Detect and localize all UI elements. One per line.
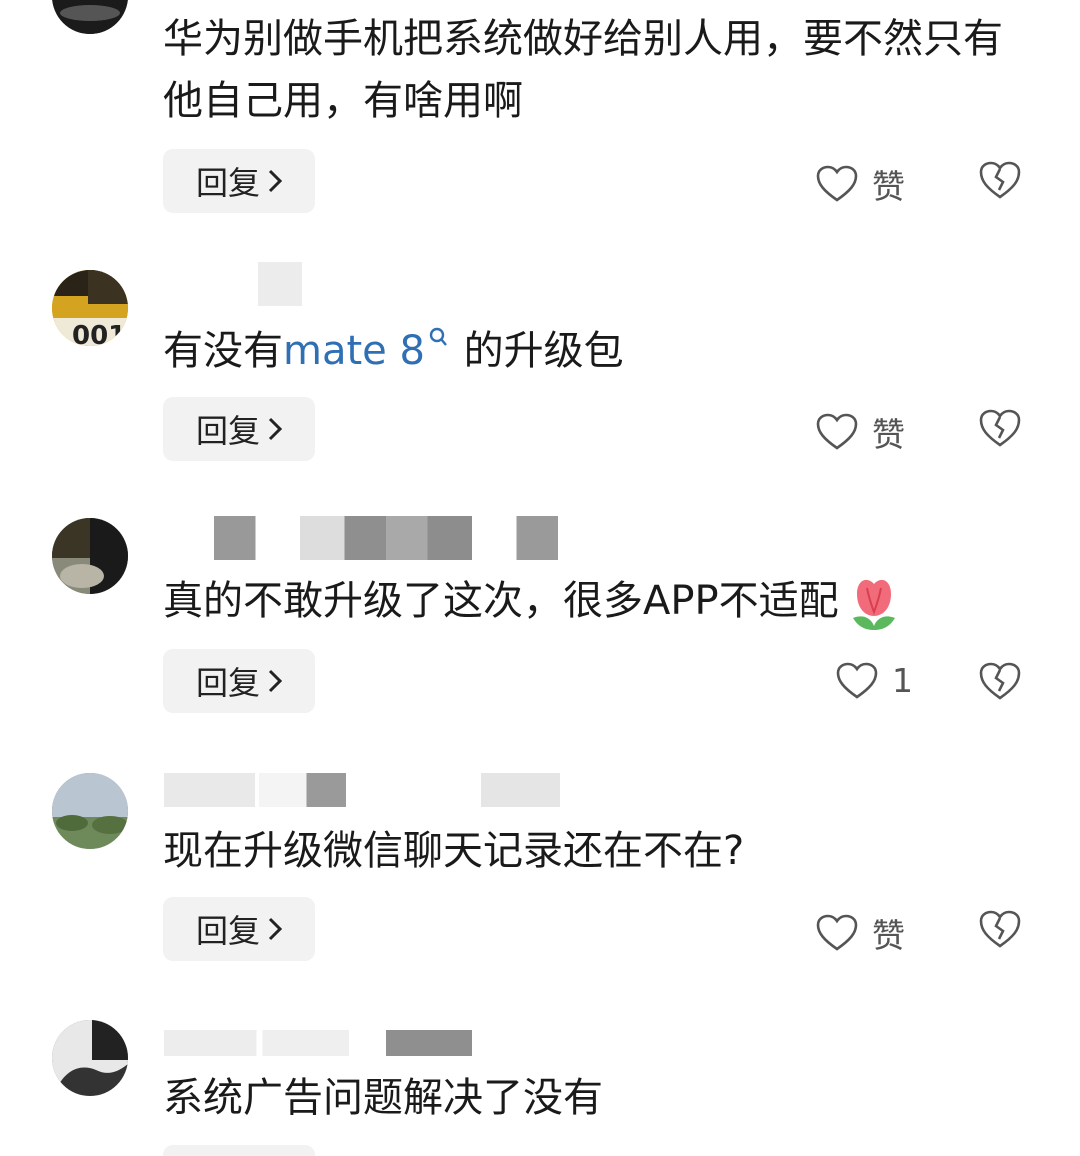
reply-label: 回复: [195, 164, 260, 202]
reply-button[interactable]: 回复: [163, 897, 315, 961]
username-blurred: [164, 1030, 472, 1056]
like-count: 1: [892, 661, 913, 700]
avatar[interactable]: [52, 1020, 128, 1096]
reply-label: 回复: [195, 412, 260, 450]
reply-button[interactable]: [163, 1145, 315, 1156]
username-blurred: [258, 262, 302, 306]
avatar[interactable]: [52, 518, 128, 594]
like-button[interactable]: 赞: [816, 160, 905, 208]
avatar[interactable]: [52, 773, 128, 849]
broken-heart-icon[interactable]: [978, 408, 1022, 448]
comment-text: 华为别做手机把系统做好给别人用，要不然只有他自己用，有啥用啊: [163, 16, 1003, 124]
avatar[interactable]: 001: [52, 270, 128, 346]
comment-text: 系统广告问题解决了没有: [163, 1075, 603, 1121]
like-button[interactable]: 赞: [816, 408, 905, 456]
chevron-right-icon: [268, 169, 282, 193]
heart-icon: [816, 914, 858, 951]
heart-icon: [816, 413, 858, 450]
chevron-right-icon: [268, 669, 282, 693]
like-label: 赞: [872, 916, 905, 955]
like-button[interactable]: 1: [836, 661, 913, 700]
heart-icon: [836, 662, 878, 699]
comment-text: 现在升级微信聊天记录还在不在?: [163, 828, 745, 874]
like-label: 赞: [872, 415, 905, 454]
like-button[interactable]: 赞: [816, 909, 905, 957]
comment-text: 有没有mate 8 的升级包: [163, 326, 624, 374]
svg-text:001: 001: [72, 321, 126, 346]
chevron-right-icon: [268, 917, 282, 941]
reply-label: 回复: [195, 664, 260, 702]
broken-heart-icon[interactable]: [978, 661, 1022, 701]
chevron-right-icon: [268, 417, 282, 441]
mate8-link[interactable]: mate 8: [283, 328, 425, 374]
username-blurred: [214, 516, 558, 560]
broken-heart-icon[interactable]: [978, 909, 1022, 949]
tulip-emoji: [852, 579, 895, 630]
heart-icon: [816, 165, 858, 202]
reply-button[interactable]: 回复: [163, 397, 315, 461]
avatar[interactable]: [52, 0, 128, 34]
comment-text: 真的不敢升级了这次，很多APP不适配: [163, 570, 1023, 632]
broken-heart-icon[interactable]: [978, 160, 1022, 200]
username-blurred: [164, 773, 560, 807]
like-label: 赞: [872, 167, 905, 206]
search-icon[interactable]: [427, 326, 451, 350]
reply-label: 回复: [195, 912, 260, 950]
reply-button[interactable]: 回复: [163, 149, 315, 213]
reply-button[interactable]: 回复: [163, 649, 315, 713]
